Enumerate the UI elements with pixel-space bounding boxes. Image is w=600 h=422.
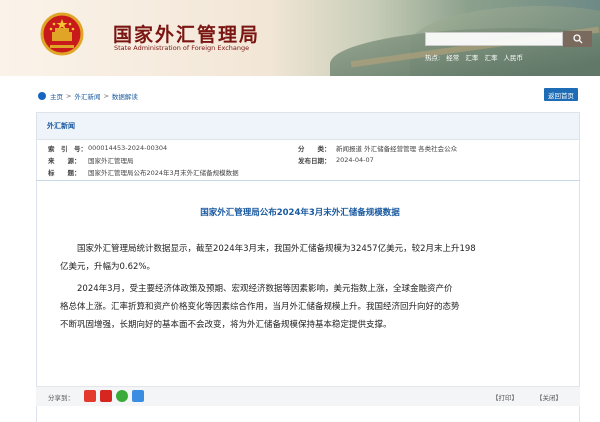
breadcrumb-data-interpretation[interactable]: 数据解读 <box>112 91 138 101</box>
site-title[interactable]: 国家外汇管理局 <box>113 20 260 47</box>
paragraph-line: 亿美元，升幅为0.62%。 <box>60 262 156 272</box>
search-button[interactable] <box>563 31 592 47</box>
hot-link[interactable]: 经常 <box>446 54 459 62</box>
wechat-share-icon[interactable] <box>116 390 128 402</box>
meta-title-label: 标 题： <box>48 169 81 177</box>
meta-row: 来 源： 国家外汇管理局 发布日期： 2024-04-07 <box>40 154 560 166</box>
divider <box>36 180 580 181</box>
meta-source-label: 来 源： <box>48 157 81 165</box>
article-paragraph-2: 2024年3月，受主要经济体政策及预期、宏观经济数据等因素影响，美元指数上涨，全… <box>60 280 580 298</box>
site-subtitle: State Administration of Foreign Exchange <box>114 44 250 52</box>
breadcrumb-news[interactable]: 外汇新闻 <box>74 91 100 101</box>
paragraph-line: 不断巩固增强，长期向好的基本面不会改变，将为外汇储备规模保持基本稳定提供支撑。 <box>60 320 392 330</box>
people-share-icon[interactable] <box>100 390 112 402</box>
hot-link[interactable]: 汇率 <box>484 54 497 62</box>
panel-heading: 外汇新闻 <box>37 113 579 140</box>
breadcrumb-separator: > <box>103 92 109 100</box>
article-paragraph-2-cont: 格总体上涨。汇率折算和资产价格变化等因素综合作用，当月外汇储备规模上升。我国经济… <box>60 298 580 334</box>
meta-row: 索 引 号： 000014453-2024-00304 分 类： 新闻报道 外汇… <box>40 142 560 154</box>
weibo-share-icon[interactable] <box>84 390 96 402</box>
hot-keywords: 热点: 经常 汇率 汇率 人民币 <box>425 52 527 62</box>
search-icon <box>572 34 582 44</box>
article-paragraph-1-cont: 亿美元，升幅为0.62%。 <box>60 258 580 276</box>
meta-category-value: 新闻报道 外汇储备经营管理 各类社会公众 <box>336 145 458 153</box>
meta-source-value: 国家外汇管理局 <box>88 157 134 165</box>
meta-date-label: 发布日期： <box>298 157 331 165</box>
breadcrumb-separator: > <box>66 92 72 100</box>
breadcrumb-home[interactable]: 主页 <box>50 91 63 101</box>
site-header: 国家外汇管理局 State Administration of Foreign … <box>0 0 600 76</box>
breadcrumb: 主页 > 外汇新闻 > 数据解读 <box>38 88 578 104</box>
paragraph-line: 格总体上涨。汇率折算和资产价格变化等因素综合作用，当月外汇储备规模上升。我国经济… <box>60 302 460 312</box>
hot-link[interactable]: 人民币 <box>504 54 524 62</box>
hot-label: 热点: <box>425 54 441 62</box>
meta-index-value: 000014453-2024-00304 <box>88 144 168 152</box>
article-paragraph-1: 国家外汇管理局统计数据显示，截至2024年3月末，我国外汇储备规模为32457亿… <box>60 240 580 258</box>
meta-date-value: 2024-04-07 <box>336 156 374 164</box>
meta-category-label: 分 类： <box>298 145 331 153</box>
article-meta: 索 引 号： 000014453-2024-00304 分 类： 新闻报道 外汇… <box>40 142 560 178</box>
article-title: 国家外汇管理局公布2024年3月末外汇储备规模数据 <box>200 208 400 218</box>
hot-link[interactable]: 汇率 <box>465 54 478 62</box>
close-link[interactable]: 【关闭】 <box>536 392 562 402</box>
meta-title-value: 国家外汇管理局公布2024年3月末外汇储备规模数据 <box>88 169 239 177</box>
meta-row: 标 题： 国家外汇管理局公布2024年3月末外汇储备规模数据 <box>40 166 560 178</box>
paragraph-line: 2024年3月，受主要经济体政策及预期、宏观经济数据等因素影响，美元指数上涨，全… <box>77 284 453 294</box>
national-emblem-icon <box>40 12 84 56</box>
search-input[interactable] <box>425 32 563 46</box>
more-share-icon[interactable] <box>132 390 144 402</box>
home-icon <box>38 92 46 100</box>
back-to-home-button[interactable]: 返回首页 <box>544 88 578 101</box>
share-bar: 分享到： 【打印】 【关闭】 <box>36 386 580 406</box>
share-label: 分享到： <box>48 394 74 402</box>
paragraph-line: 国家外汇管理局统计数据显示，截至2024年3月末，我国外汇储备规模为32457亿… <box>77 244 476 254</box>
meta-index-label: 索 引 号： <box>48 145 87 153</box>
print-link[interactable]: 【打印】 <box>492 392 518 402</box>
